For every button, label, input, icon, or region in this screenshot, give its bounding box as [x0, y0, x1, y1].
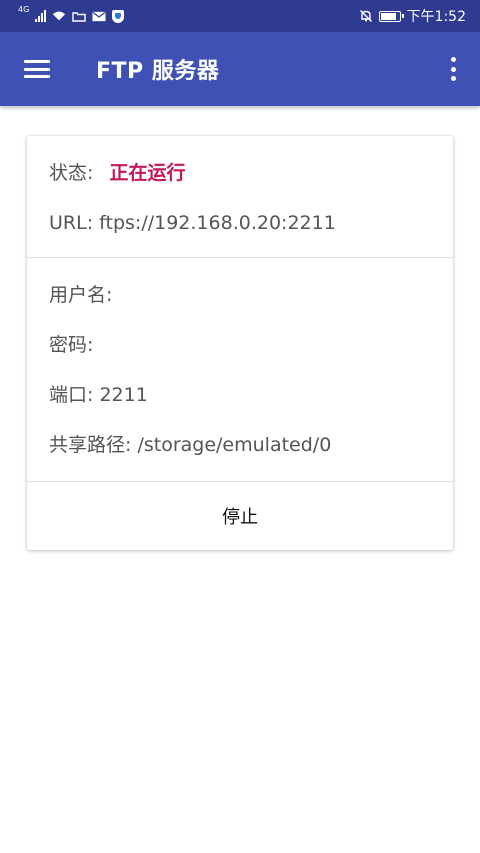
folder-icon: [72, 10, 86, 22]
app-bar: FTP 服务器: [0, 32, 480, 106]
battery-level-fill: [380, 12, 396, 20]
url-row: URL: ftps://192.168.0.20:2211: [27, 210, 453, 260]
share-path-label: 共享路径:: [49, 434, 132, 456]
password-row: 密码:: [27, 332, 453, 382]
battery-icon: [378, 10, 404, 22]
network-type-label: 4G: [18, 5, 30, 14]
server-info-card: 状态: 正在运行 URL: ftps://192.168.0.20:2211 用…: [27, 136, 453, 550]
connection-section: 状态: 正在运行 URL: ftps://192.168.0.20:2211: [27, 136, 453, 258]
port-label: 端口:: [49, 384, 94, 406]
password-label: 密码:: [49, 334, 94, 356]
status-bar-left: 4G: [18, 6, 125, 23]
status-value: 正在运行: [109, 162, 186, 184]
status-label: 状态:: [49, 162, 94, 184]
app-title: FTP 服务器: [96, 59, 220, 84]
url-label: URL:: [49, 212, 94, 234]
url-value: ftps://192.168.0.20:2211: [99, 212, 336, 234]
settings-section: 用户名: 密码: 端口: 2211 共享路径: /storage/emulate…: [27, 258, 453, 482]
shield-icon: [112, 9, 125, 23]
menu-icon[interactable]: [24, 60, 50, 78]
more-options-icon[interactable]: [450, 57, 456, 81]
signal-strength-icon: [35, 10, 47, 22]
stop-button[interactable]: 停止: [27, 482, 453, 550]
port-row: 端口: 2211: [27, 382, 453, 432]
port-value: 2211: [99, 384, 148, 406]
status-row: 状态: 正在运行: [27, 160, 453, 210]
username-label: 用户名:: [49, 284, 113, 306]
username-row: 用户名:: [27, 282, 453, 332]
mail-icon: [92, 10, 106, 22]
wifi-icon: [52, 10, 66, 22]
status-bar-right: 下午1:52: [359, 6, 466, 26]
share-path-value: /storage/emulated/0: [137, 434, 332, 456]
status-bar: 4G 下午1:52: [0, 0, 480, 32]
mute-bell-icon: [359, 10, 373, 22]
clock: 下午1:52: [406, 9, 466, 25]
share-path-row: 共享路径: /storage/emulated/0: [27, 432, 453, 482]
